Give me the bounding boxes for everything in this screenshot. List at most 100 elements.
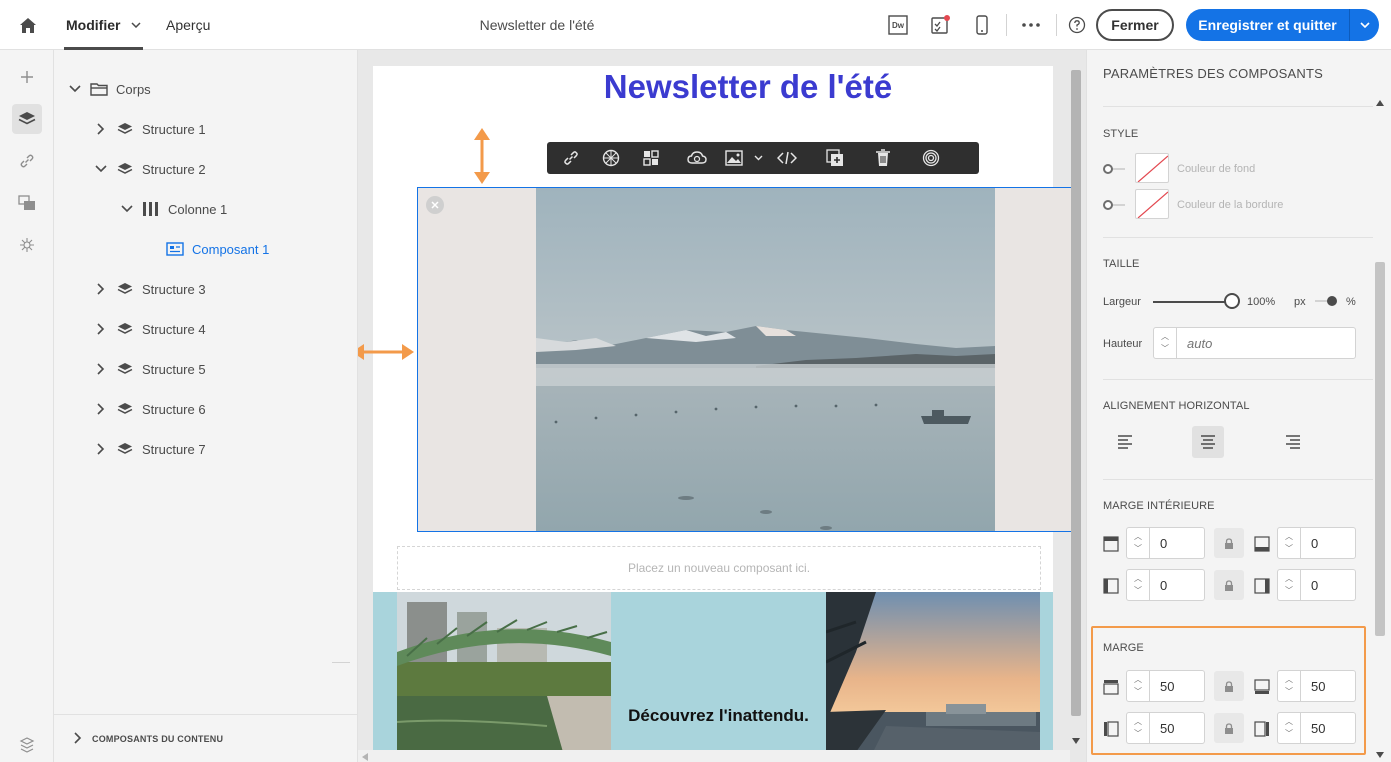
target-icon[interactable]	[911, 142, 951, 174]
tree-item-structure-4[interactable]: Structure 4	[94, 319, 206, 339]
decrement-icon[interactable]: ﹀	[1134, 543, 1142, 555]
help-icon[interactable]	[1066, 14, 1088, 36]
margin-bottom-input[interactable]	[1301, 670, 1356, 702]
margin-right-stepper[interactable]: ︿ ﹀	[1277, 712, 1301, 744]
padding-left-input[interactable]	[1150, 569, 1205, 601]
content-components-section[interactable]: COMPOSANTS DU CONTENU	[54, 714, 358, 762]
selected-image-component[interactable]	[417, 187, 1077, 532]
lock-icon[interactable]	[1214, 528, 1244, 558]
chevron-right-icon[interactable]	[94, 402, 108, 416]
height-input[interactable]	[1177, 327, 1356, 359]
scrollbar-thumb[interactable]	[1071, 70, 1081, 716]
increment-icon[interactable]: ︿	[1161, 331, 1169, 343]
decrement-icon[interactable]: ﹀	[1134, 728, 1142, 740]
personalization-icon[interactable]	[591, 142, 631, 174]
tree-item-structure-1[interactable]: Structure 1	[94, 119, 206, 139]
bridge-canal-image[interactable]	[397, 592, 611, 762]
remove-component-icon[interactable]	[426, 196, 444, 214]
margin-bottom-stepper[interactable]: ︿ ﹀	[1277, 670, 1301, 702]
creative-cloud-icon[interactable]	[677, 142, 717, 174]
home-icon[interactable]	[14, 12, 42, 38]
chevron-down-icon[interactable]	[68, 82, 82, 96]
add-icon[interactable]	[12, 62, 42, 92]
tree-item-colonne-1[interactable]: Colonne 1	[120, 199, 227, 219]
padding-bottom-input[interactable]	[1301, 527, 1356, 559]
scroll-down-icon[interactable]	[1376, 752, 1384, 758]
decrement-icon[interactable]: ﹀	[1161, 343, 1169, 355]
decrement-icon[interactable]: ﹀	[1285, 728, 1293, 740]
code-icon[interactable]	[767, 142, 807, 174]
increment-icon[interactable]: ︿	[1134, 573, 1142, 585]
more-icon[interactable]	[1020, 14, 1042, 36]
chevron-right-icon[interactable]	[94, 282, 108, 296]
link-icon[interactable]	[12, 146, 42, 176]
scroll-down-icon[interactable]	[1072, 738, 1080, 744]
unit-toggle-knob[interactable]	[1327, 296, 1337, 306]
bg-color-swatch[interactable]	[1135, 153, 1169, 183]
link-icon[interactable]	[551, 142, 591, 174]
border-color-swatch[interactable]	[1135, 189, 1169, 219]
lock-icon[interactable]	[1214, 713, 1244, 743]
strip-text-block[interactable]: Découvrez l'inattendu.	[611, 592, 826, 762]
padding-left-stepper[interactable]: ︿ ﹀	[1126, 569, 1150, 601]
chevron-down-icon[interactable]	[94, 162, 108, 176]
decrement-icon[interactable]: ﹀	[1285, 686, 1293, 698]
chevron-right-icon[interactable]	[94, 122, 108, 136]
panel-vertical-scrollbar[interactable]	[1373, 100, 1385, 762]
chevron-down-icon[interactable]	[751, 142, 765, 174]
bg-color-toggle[interactable]	[1103, 164, 1125, 174]
margin-top-stepper[interactable]: ︿ ﹀	[1126, 670, 1150, 702]
image-text-strip[interactable]: Découvrez l'inattendu.	[373, 592, 1053, 762]
align-left-icon[interactable]	[1109, 426, 1141, 458]
image-icon[interactable]	[717, 142, 751, 174]
close-button[interactable]: Fermer	[1096, 9, 1174, 41]
assets-icon[interactable]	[12, 188, 42, 218]
padding-bottom-stepper[interactable]: ︿ ﹀	[1277, 527, 1301, 559]
scrollbar-thumb[interactable]	[1375, 262, 1385, 636]
increment-icon[interactable]: ︿	[1134, 674, 1142, 686]
width-slider-knob[interactable]	[1224, 293, 1240, 309]
chevron-right-icon[interactable]	[94, 442, 108, 456]
scroll-up-icon[interactable]	[1376, 100, 1384, 106]
layers-icon[interactable]	[12, 104, 42, 134]
height-stepper[interactable]: ︿ ﹀	[1153, 327, 1177, 359]
padding-top-input[interactable]	[1150, 527, 1205, 559]
tab-apercu[interactable]: Aperçu	[166, 0, 210, 50]
tree-item-structure-2[interactable]: Structure 2	[94, 159, 206, 179]
resize-handle[interactable]	[332, 662, 350, 663]
padding-right-input[interactable]	[1301, 569, 1356, 601]
increment-icon[interactable]: ︿	[1285, 573, 1293, 585]
width-slider-track[interactable]	[1153, 301, 1232, 303]
margin-right-input[interactable]	[1301, 712, 1356, 744]
fragment-icon[interactable]	[631, 142, 671, 174]
tree-item-composant-1[interactable]: Composant 1	[166, 239, 269, 259]
save-and-quit-button[interactable]: Enregistrer et quitter	[1186, 9, 1349, 41]
newsletter-title[interactable]: Newsletter de l'été	[373, 68, 1086, 106]
increment-icon[interactable]: ︿	[1134, 716, 1142, 728]
sunset-canal-image[interactable]	[826, 592, 1040, 762]
decrement-icon[interactable]: ﹀	[1285, 543, 1293, 555]
checklist-icon[interactable]	[929, 14, 951, 36]
duplicate-icon[interactable]	[815, 142, 855, 174]
padding-top-stepper[interactable]: ︿ ﹀	[1126, 527, 1150, 559]
scroll-left-icon[interactable]	[362, 753, 368, 761]
canvas-horizontal-scrollbar[interactable]	[358, 750, 1070, 762]
chevron-right-icon[interactable]	[74, 731, 82, 746]
tree-item-structure-5[interactable]: Structure 5	[94, 359, 206, 379]
tree-item-structure-6[interactable]: Structure 6	[94, 399, 206, 419]
tree-item-structure-7[interactable]: Structure 7	[94, 439, 206, 459]
increment-icon[interactable]: ︿	[1134, 531, 1142, 543]
decrement-icon[interactable]: ﹀	[1285, 585, 1293, 597]
mobile-preview-icon[interactable]	[971, 14, 993, 36]
increment-icon[interactable]: ︿	[1285, 716, 1293, 728]
chevron-down-icon[interactable]	[128, 14, 144, 36]
lake-mountain-image[interactable]	[536, 188, 995, 531]
personalization-icon[interactable]	[12, 230, 42, 260]
tab-modifier[interactable]: Modifier	[66, 0, 120, 50]
chevron-down-icon[interactable]	[120, 202, 134, 216]
margin-left-input[interactable]	[1150, 712, 1205, 744]
increment-icon[interactable]: ︿	[1285, 674, 1293, 686]
chevron-right-icon[interactable]	[94, 362, 108, 376]
save-options-chevron-icon[interactable]	[1349, 9, 1379, 41]
align-center-icon[interactable]	[1192, 426, 1224, 458]
